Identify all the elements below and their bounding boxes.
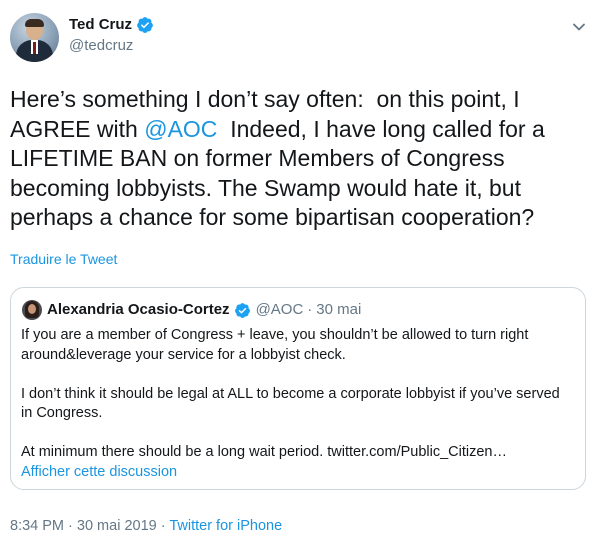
author-avatar[interactable]	[10, 13, 59, 62]
quoted-tweet-paragraph: I don’t think it should be legal at ALL …	[21, 385, 560, 422]
separator-dot: ·	[307, 301, 313, 318]
quoted-tweet[interactable]: Alexandria Ocasio-Cortez @AOC · 30 mai I…	[10, 287, 586, 490]
tweet-source-link[interactable]: Twitter for iPhone	[169, 518, 282, 534]
show-thread-link[interactable]: Afficher cette discussion	[21, 462, 177, 482]
quoted-tweet-date[interactable]: 30 mai	[316, 300, 361, 320]
quoted-tweet-paragraph: If you are a member of Congress + leave,…	[21, 327, 529, 363]
footer-separator: ·	[64, 518, 77, 534]
translate-tweet-link[interactable]: Traduire le Tweet	[10, 249, 117, 269]
author-handle[interactable]: @tedcruz	[69, 36, 133, 56]
tweet-time[interactable]: 8:34 PM	[10, 518, 64, 534]
verified-badge-icon	[137, 17, 153, 33]
mention-link[interactable]: @AOC	[144, 116, 217, 142]
quoted-tweet-paragraph: At minimum there should be a long wait p…	[21, 444, 507, 460]
author-name-row[interactable]: Ted Cruz	[69, 15, 154, 35]
tweet-date[interactable]: 30 mai 2019	[77, 518, 157, 534]
caret-down-icon[interactable]	[572, 20, 586, 34]
footer-separator: ·	[156, 518, 170, 534]
author-display-name[interactable]: Ted Cruz	[69, 15, 132, 35]
tweet-text: Here’s something I don’t say often: on t…	[10, 85, 585, 233]
quoted-author-display-name[interactable]: Alexandria Ocasio-Cortez	[47, 300, 230, 320]
tweet-footer: 8:34 PM · 30 mai 2019 · Twitter for iPho…	[10, 516, 282, 536]
tweet-card: Ted Cruz @tedcruz Here’s something I don…	[0, 0, 598, 544]
quoted-tweet-header: Alexandria Ocasio-Cortez @AOC · 30 mai	[47, 300, 361, 320]
verified-badge-icon	[234, 302, 250, 318]
quoted-author-handle[interactable]: @AOC	[256, 300, 304, 320]
quoted-tweet-text: If you are a member of Congress + leave,…	[21, 326, 573, 463]
quoted-author-avatar[interactable]	[22, 300, 42, 320]
